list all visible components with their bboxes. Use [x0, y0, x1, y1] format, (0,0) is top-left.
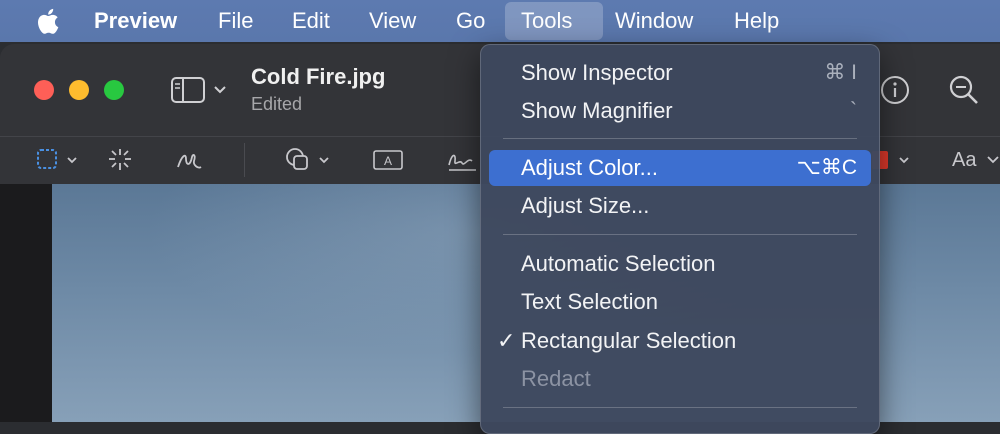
- menu-window[interactable]: Window: [603, 0, 705, 42]
- shortcut-label: `: [850, 99, 857, 122]
- chevron-down-icon: [987, 156, 999, 164]
- toolbar-divider: [244, 143, 245, 177]
- instant-alpha-icon[interactable]: [106, 145, 134, 175]
- document-title: Cold Fire.jpg: [251, 64, 386, 89]
- menu-edit[interactable]: Edit: [280, 0, 342, 42]
- sidebar-toggle-icon[interactable]: [170, 74, 234, 106]
- sketch-icon[interactable]: [174, 145, 204, 175]
- menu-item-adjust-size[interactable]: Adjust Size...: [489, 188, 871, 224]
- close-window-button[interactable]: [34, 80, 54, 100]
- menu-item-show-inspector[interactable]: Show Inspector ⌘ I: [489, 55, 871, 91]
- menu-item-automatic-selection[interactable]: Automatic Selection: [489, 246, 871, 282]
- menu-separator: [503, 407, 857, 408]
- menu-item-redact: Redact: [521, 366, 591, 391]
- menu-view[interactable]: View: [357, 0, 428, 42]
- menu-go[interactable]: Go: [444, 0, 497, 42]
- shapes-icon[interactable]: [284, 145, 336, 175]
- minimize-window-button[interactable]: [69, 80, 89, 100]
- menu-tools[interactable]: Tools: [505, 2, 603, 40]
- text-box-icon[interactable]: A: [372, 145, 404, 175]
- menu-item-adjust-color[interactable]: Adjust Color... ⌥⌘C: [489, 150, 871, 186]
- tools-menu-dropdown: Show Inspector ⌘ I Show Magnifier ` Adju…: [480, 44, 880, 434]
- menu-help[interactable]: Help: [722, 0, 791, 42]
- shortcut-label: ⌥⌘C: [796, 156, 857, 179]
- svg-text:A: A: [384, 154, 392, 168]
- menu-separator: [503, 234, 857, 235]
- sidebar-gutter: [0, 184, 52, 422]
- document-status: Edited: [251, 94, 303, 114]
- menu-item-text-selection[interactable]: Text Selection: [489, 284, 871, 320]
- menu-item-rectangular-selection[interactable]: ✓ Rectangular Selection: [489, 323, 871, 359]
- text-style-button[interactable]: Aa: [952, 145, 1000, 175]
- zoom-window-button[interactable]: [104, 80, 124, 100]
- menu-bar: Preview File Edit View Go Tools Window H…: [0, 0, 1000, 42]
- text-style-label: Aa: [952, 149, 977, 171]
- shortcut-label: ⌘ I: [824, 61, 857, 84]
- signature-icon[interactable]: [446, 145, 480, 175]
- checkmark-icon: ✓: [497, 328, 516, 353]
- menu-item-show-magnifier[interactable]: Show Magnifier `: [489, 93, 871, 129]
- apple-logo-icon[interactable]: [34, 7, 60, 35]
- menu-app-name[interactable]: Preview: [82, 0, 189, 42]
- info-icon[interactable]: [879, 74, 911, 106]
- menu-separator: [503, 138, 857, 139]
- menu-file[interactable]: File: [206, 0, 265, 42]
- zoom-out-icon[interactable]: [948, 74, 980, 106]
- rectangular-selection-icon[interactable]: [36, 145, 82, 175]
